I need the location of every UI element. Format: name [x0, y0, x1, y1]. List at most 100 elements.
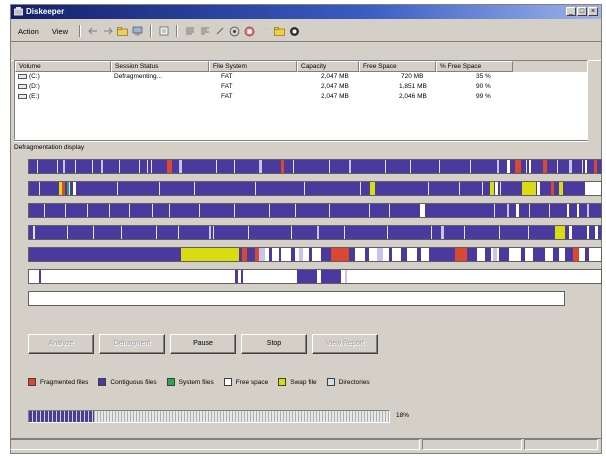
capacity-cell: 2,047 MB: [321, 73, 349, 80]
defrag-map-row: [28, 247, 602, 262]
defrag-map-row: [28, 181, 602, 196]
toolbar-separator: [78, 25, 81, 37]
toolbar-strip: [11, 41, 601, 61]
free-space-cell: 1,851 MB: [399, 83, 427, 90]
status-pane: [10, 439, 420, 450]
properties-icon[interactable]: [158, 25, 170, 37]
legend-system: System files: [166, 378, 214, 386]
panel-divider[interactable]: [14, 140, 588, 142]
wand-icon[interactable]: [214, 25, 226, 37]
app-icon: [14, 7, 23, 16]
volume-cell: (C:): [29, 73, 40, 80]
defrag-map-row: [28, 159, 602, 174]
column-header-percent-free[interactable]: % Free Space: [436, 61, 513, 72]
list-icon[interactable]: [184, 25, 196, 37]
menu-toolbar: Action View: [13, 23, 599, 39]
folder-open-icon[interactable]: [274, 25, 286, 37]
pause-button[interactable]: Pause: [170, 334, 236, 354]
drive-icon: [18, 93, 27, 99]
stop-icon[interactable]: [244, 25, 256, 37]
legend-swap: Swap file: [278, 378, 317, 386]
status-cell: Defragmenting...: [114, 73, 163, 80]
progress-remaining: [93, 411, 389, 422]
legend-label: Directories: [338, 378, 370, 386]
column-header-session-status[interactable]: Session Status: [111, 61, 209, 72]
table-header: Volume Session Status File System Capaci…: [15, 61, 587, 72]
swap-swatch: [278, 378, 287, 386]
window-title: Diskeeper: [26, 7, 65, 16]
filesystem-cell: FAT: [221, 83, 233, 90]
progress-percent: 18%: [396, 412, 410, 419]
list-detail-icon[interactable]: [199, 25, 211, 37]
computer-icon[interactable]: [132, 25, 144, 37]
contiguous-swatch: [98, 378, 107, 386]
filesystem-cell: FAT: [221, 73, 233, 80]
legend-label: Swap file: [290, 378, 317, 386]
table-row[interactable]: (E:) FAT 2,047 MB 2,046 MB 99 %: [15, 92, 587, 102]
free-space-cell: 720 MB: [401, 73, 424, 80]
defragment-button[interactable]: Defragment: [99, 334, 165, 354]
maximize-button[interactable]: □: [577, 7, 587, 16]
status-pane: [524, 439, 598, 450]
legend: Fragmented files Contiguous files System…: [28, 378, 370, 386]
column-header-file-system[interactable]: File System: [209, 61, 297, 72]
free-swatch: [223, 378, 232, 386]
table-row[interactable]: (D:) FAT 2,047 MB 1,851 MB 90 %: [15, 82, 587, 92]
settings-icon[interactable]: [289, 25, 301, 37]
volume-cell: (E:): [29, 93, 40, 100]
legend-directories: Directories: [326, 378, 370, 386]
legend-label: Contiguous files: [110, 378, 157, 386]
drive-icon: [18, 73, 27, 79]
volume-cell: (D:): [29, 83, 40, 90]
status-cell: [111, 92, 209, 102]
toolbar-separator: [175, 25, 178, 37]
menu-view[interactable]: View: [47, 27, 73, 36]
volume-table: Volume Session Status File System Capaci…: [14, 60, 588, 140]
progress-fill: [29, 411, 94, 422]
legend-free: Free space: [223, 378, 269, 386]
defrag-map-row: [28, 269, 602, 284]
column-header-free-space[interactable]: Free Space: [359, 61, 436, 72]
filesystem-cell: FAT: [221, 93, 233, 100]
status-pane: [422, 439, 522, 450]
legend-label: Free space: [235, 378, 269, 386]
action-buttons: Analyze Defragment Pause Stop View Repor…: [28, 334, 378, 354]
view-report-button[interactable]: View Report: [312, 334, 378, 354]
status-bar: [10, 438, 602, 450]
defrag-display-label: Defragmentation display: [14, 144, 85, 151]
capacity-cell: 2,047 MB: [321, 93, 349, 100]
defrag-map-row: [28, 203, 602, 218]
free-space-cell: 2,046 MB: [399, 93, 427, 100]
directories-swatch: [326, 378, 335, 386]
defrag-map-row: [28, 225, 602, 240]
legend-contiguous: Contiguous files: [98, 378, 157, 386]
system-swatch: [166, 378, 175, 386]
title-bar[interactable]: Diskeeper _ □ ×: [11, 5, 601, 19]
legend-label: System files: [178, 378, 214, 386]
forward-arrow-icon[interactable]: [102, 25, 114, 37]
minimize-button[interactable]: _: [566, 7, 576, 16]
close-button[interactable]: ×: [588, 7, 598, 16]
table-row[interactable]: (C:) Defragmenting... FAT 2,047 MB 720 M…: [15, 72, 587, 82]
column-header-capacity[interactable]: Capacity: [297, 61, 359, 72]
legend-label: Fragmented files: [40, 378, 89, 386]
defrag-icon[interactable]: [229, 25, 241, 37]
defrag-map-row: [28, 291, 565, 306]
column-header-volume[interactable]: Volume: [15, 61, 111, 72]
back-arrow-icon[interactable]: [87, 25, 99, 37]
stop-button[interactable]: Stop: [241, 334, 307, 354]
percent-free-cell: 90 %: [476, 83, 491, 90]
drive-icon: [18, 83, 27, 89]
progress-bar: [28, 410, 390, 423]
dash-icon: [259, 25, 271, 37]
legend-fragmented: Fragmented files: [28, 378, 88, 386]
percent-free-cell: 35 %: [476, 73, 491, 80]
folder-icon[interactable]: [117, 25, 129, 37]
fragmented-swatch: [28, 378, 36, 386]
status-cell: [111, 82, 209, 92]
analyze-button[interactable]: Analyze: [28, 334, 94, 354]
toolbar-separator: [149, 25, 152, 37]
menu-action[interactable]: Action: [13, 27, 44, 36]
percent-free-cell: 99 %: [476, 93, 491, 100]
capacity-cell: 2,047 MB: [321, 83, 349, 90]
